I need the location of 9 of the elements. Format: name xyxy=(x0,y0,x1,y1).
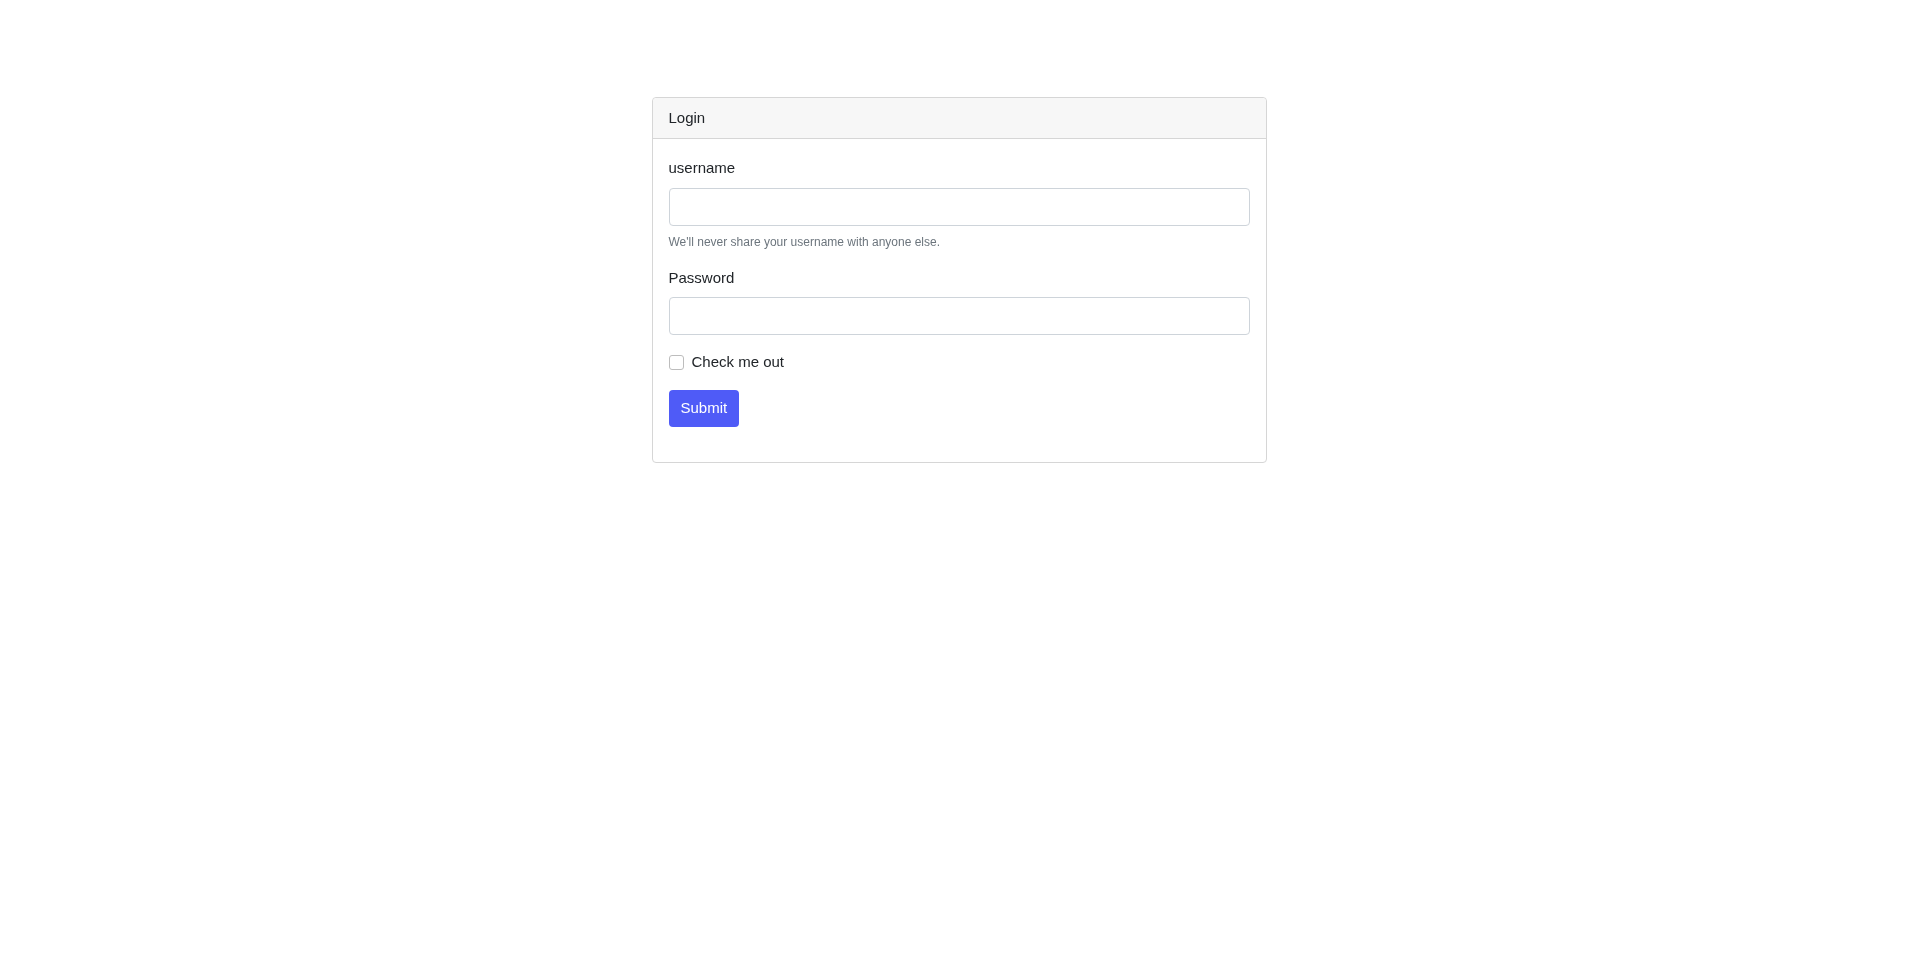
checkbox-label: Check me out xyxy=(691,352,785,372)
input-field[interactable] xyxy=(668,187,1250,226)
card-title: Login xyxy=(668,107,706,128)
submit-button[interactable]: Submit xyxy=(668,389,740,427)
checkbox[interactable] xyxy=(668,354,684,370)
field-label: username xyxy=(668,158,737,178)
input-field[interactable] xyxy=(668,297,1250,335)
help-text: We'll never share your username with anyone else. xyxy=(668,233,942,251)
field-label: Password xyxy=(668,267,736,288)
